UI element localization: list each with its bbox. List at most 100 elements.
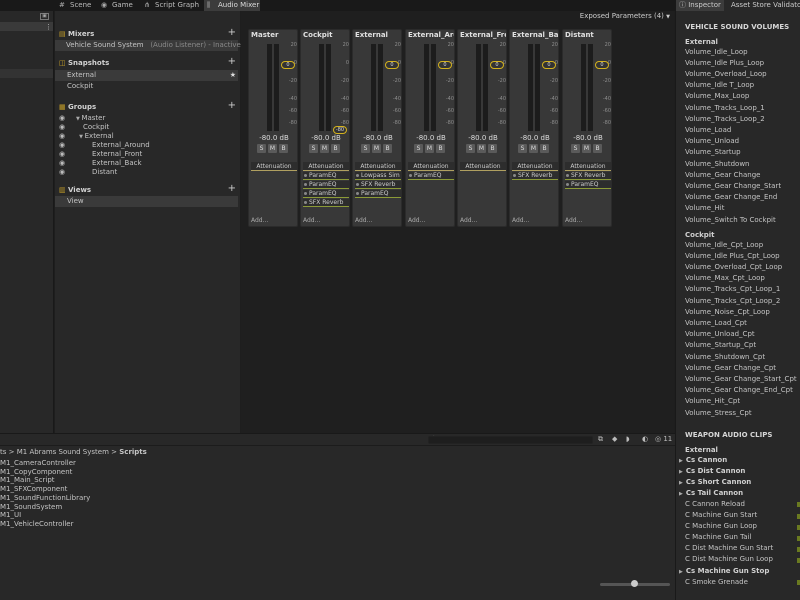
volume-field[interactable]: Volume_Tracks_Cpt_Loop_1 [685,285,780,293]
volume-field[interactable]: Volume_Idle Plus_Cpt_Loop [685,252,780,260]
tab-asset-store-validator[interactable]: Asset Store Validator [731,0,800,11]
effect-slot[interactable]: SFX Reverb [303,199,349,207]
mixer-strip[interactable]: Distant 20 0 -20 -40 -60 -80 0 -80.0 dB S M B Attenu… [562,29,612,227]
clip-field[interactable]: C Machine Gun Start [685,511,757,519]
volume-field[interactable]: Volume_Startup_Cpt [685,341,756,349]
volume-field[interactable]: Volume_Tracks_Cpt_Loop_2 [685,297,780,305]
add-effect-button[interactable]: Add... [408,217,425,224]
volume-field[interactable]: Volume_Idle_Cpt_Loop [685,241,763,249]
script-file[interactable]: M1_SoundSystem [0,503,62,511]
add-effect-button[interactable]: Add... [303,217,320,224]
view-item[interactable]: View [55,196,238,207]
volume-field[interactable]: Volume_Tracks_Loop_1 [685,104,765,112]
hierarchy-row[interactable] [0,69,53,78]
breadcrumb-item-current[interactable]: Scripts [119,448,147,456]
exposed-parameters-dropdown[interactable]: Exposed Parameters (4) ▼ [580,12,670,20]
attenuation-effect[interactable]: Attenuation [303,162,349,171]
clip-foldout[interactable]: Cs Short Cannon [679,478,751,486]
clip-foldout[interactable]: Cs Machine Gun Stop [679,567,770,575]
add-group-button[interactable]: + [228,100,236,112]
tab-game[interactable]: ◉ Game [98,0,138,11]
solo-button[interactable]: S [414,144,423,153]
script-file[interactable]: M1_VehicleController [0,520,73,528]
hidden-packages-icon[interactable]: ◐ [642,435,648,443]
effect-slot[interactable]: Lowpass Sim [355,172,401,180]
label-icon[interactable]: ◆ [612,435,617,443]
solo-button[interactable]: S [309,144,318,153]
volume-field[interactable]: Volume_Startup [685,148,741,156]
effect-slot[interactable]: SFX Reverb [512,172,558,180]
group-item-distant[interactable]: ◉ Distant [55,167,238,178]
volume-fader-handle[interactable]: 0 [490,61,504,69]
attenuation-effect[interactable]: Attenuation [565,162,611,171]
volume-field[interactable]: Volume_Max_Cpt_Loop [685,274,765,282]
add-mixer-button[interactable]: + [228,27,236,39]
snapshot-item-cockpit[interactable]: Cockpit [55,81,238,92]
clip-field[interactable]: C Dist Machine Gun Loop [685,555,773,563]
mixer-strip[interactable]: External 20 0 -20 -40 -60 -80 0 -80.0 dB S M B Atten… [352,29,402,227]
effect-slot[interactable]: ParamEQ [565,181,611,189]
volume-field[interactable]: Volume_Stress_Cpt [685,409,752,417]
mute-button[interactable]: M [582,144,591,153]
bypass-button[interactable]: B [593,144,602,153]
volume-field[interactable]: Volume_Idle_Loop [685,48,748,56]
mixer-strip[interactable]: External_Back 20 0 -20 -40 -60 -800 -80.0 dB SMB… [509,29,559,227]
volume-field[interactable]: Volume_Switch To Cockpit [685,216,776,224]
volume-fader-handle[interactable]: -80 [333,126,347,134]
volume-field[interactable]: Volume_Max_Loop [685,92,749,100]
solo-button[interactable]: S [361,144,370,153]
star-icon[interactable]: ★ [230,70,236,81]
volume-field[interactable]: Volume_Noise_Cpt_Loop [685,308,770,316]
bypass-button[interactable]: B [279,144,288,153]
volume-field[interactable]: Volume_Idle T_Loop [685,81,754,89]
bypass-button[interactable]: B [383,144,392,153]
script-file[interactable]: M1_CopyComponent [0,468,72,476]
volume-field[interactable]: Volume_Overload_Cpt_Loop [685,263,782,271]
mute-button[interactable]: M [425,144,434,153]
effect-slot[interactable]: SFX Reverb [565,172,611,180]
mute-button[interactable]: M [477,144,486,153]
volume-fader-handle[interactable]: 0 [385,61,399,69]
volume-field[interactable]: Volume_Gear Change_End_Cpt [685,386,793,394]
add-effect-button[interactable]: Add... [355,217,372,224]
attenuation-effect[interactable]: Attenuation [512,162,558,171]
mixer-strip[interactable]: Master 20 0 -20 -40 -60 -80 0 -80.0 dB S M B Attenua… [248,29,298,227]
clip-field[interactable]: C Machine Gun Loop [685,522,757,530]
volume-fader-handle[interactable]: 0 [281,61,295,69]
effect-slot[interactable]: SFX Reverb [355,181,401,189]
menu-icon[interactable]: ⋮ [45,23,52,31]
volume-field[interactable]: Volume_Tracks_Loop_2 [685,115,765,123]
volume-field[interactable]: Volume_Unload [685,137,739,145]
search-input[interactable] [428,436,593,444]
effect-slot[interactable]: ParamEQ [303,190,349,198]
clip-field[interactable]: C Dist Machine Gun Start [685,544,773,552]
volume-fader-handle[interactable]: 0 [542,61,556,69]
volume-fader-handle[interactable]: 0 [595,61,609,69]
volume-field[interactable]: Volume_Gear Change_End [685,193,777,201]
solo-button[interactable]: S [466,144,475,153]
mute-button[interactable]: M [320,144,329,153]
add-view-button[interactable]: + [228,183,236,195]
script-file[interactable]: M1_CameraController [0,459,76,467]
script-file[interactable]: M1_UI [0,511,21,519]
image-icon[interactable]: ▣ [40,13,49,20]
solo-button[interactable]: S [257,144,266,153]
attenuation-effect[interactable]: Attenuation [251,162,297,171]
mixer-strip[interactable]: External_Around 20 0 -20 -40 -60 -800 -80.0 dB S… [405,29,455,227]
filter-icon[interactable]: ⧉ [598,435,603,444]
attenuation-effect[interactable]: Attenuation [460,162,506,171]
tab-scene[interactable]: # Scene [56,0,98,11]
tab-inspector[interactable]: ⓘ Inspector [676,0,724,11]
clip-foldout[interactable]: Cs Cannon [679,456,727,464]
breadcrumb-item[interactable]: ts [0,448,6,456]
volume-fader-handle[interactable]: 0 [438,61,452,69]
tab-script-graph[interactable]: ⋔ Script Graph [141,0,203,11]
mute-button[interactable]: M [268,144,277,153]
script-file[interactable]: M1_SoundFunctionLibrary [0,494,90,502]
script-file[interactable]: M1_Main_Script [0,476,55,484]
add-effect-button[interactable]: Add... [512,217,529,224]
effect-slot[interactable]: ParamEQ [355,190,401,198]
tab-audio-mixer[interactable]: ⫼ Audio Mixer [204,0,260,11]
attenuation-effect[interactable]: Attenuation [355,162,401,171]
volume-field[interactable]: Volume_Hit [685,204,725,212]
